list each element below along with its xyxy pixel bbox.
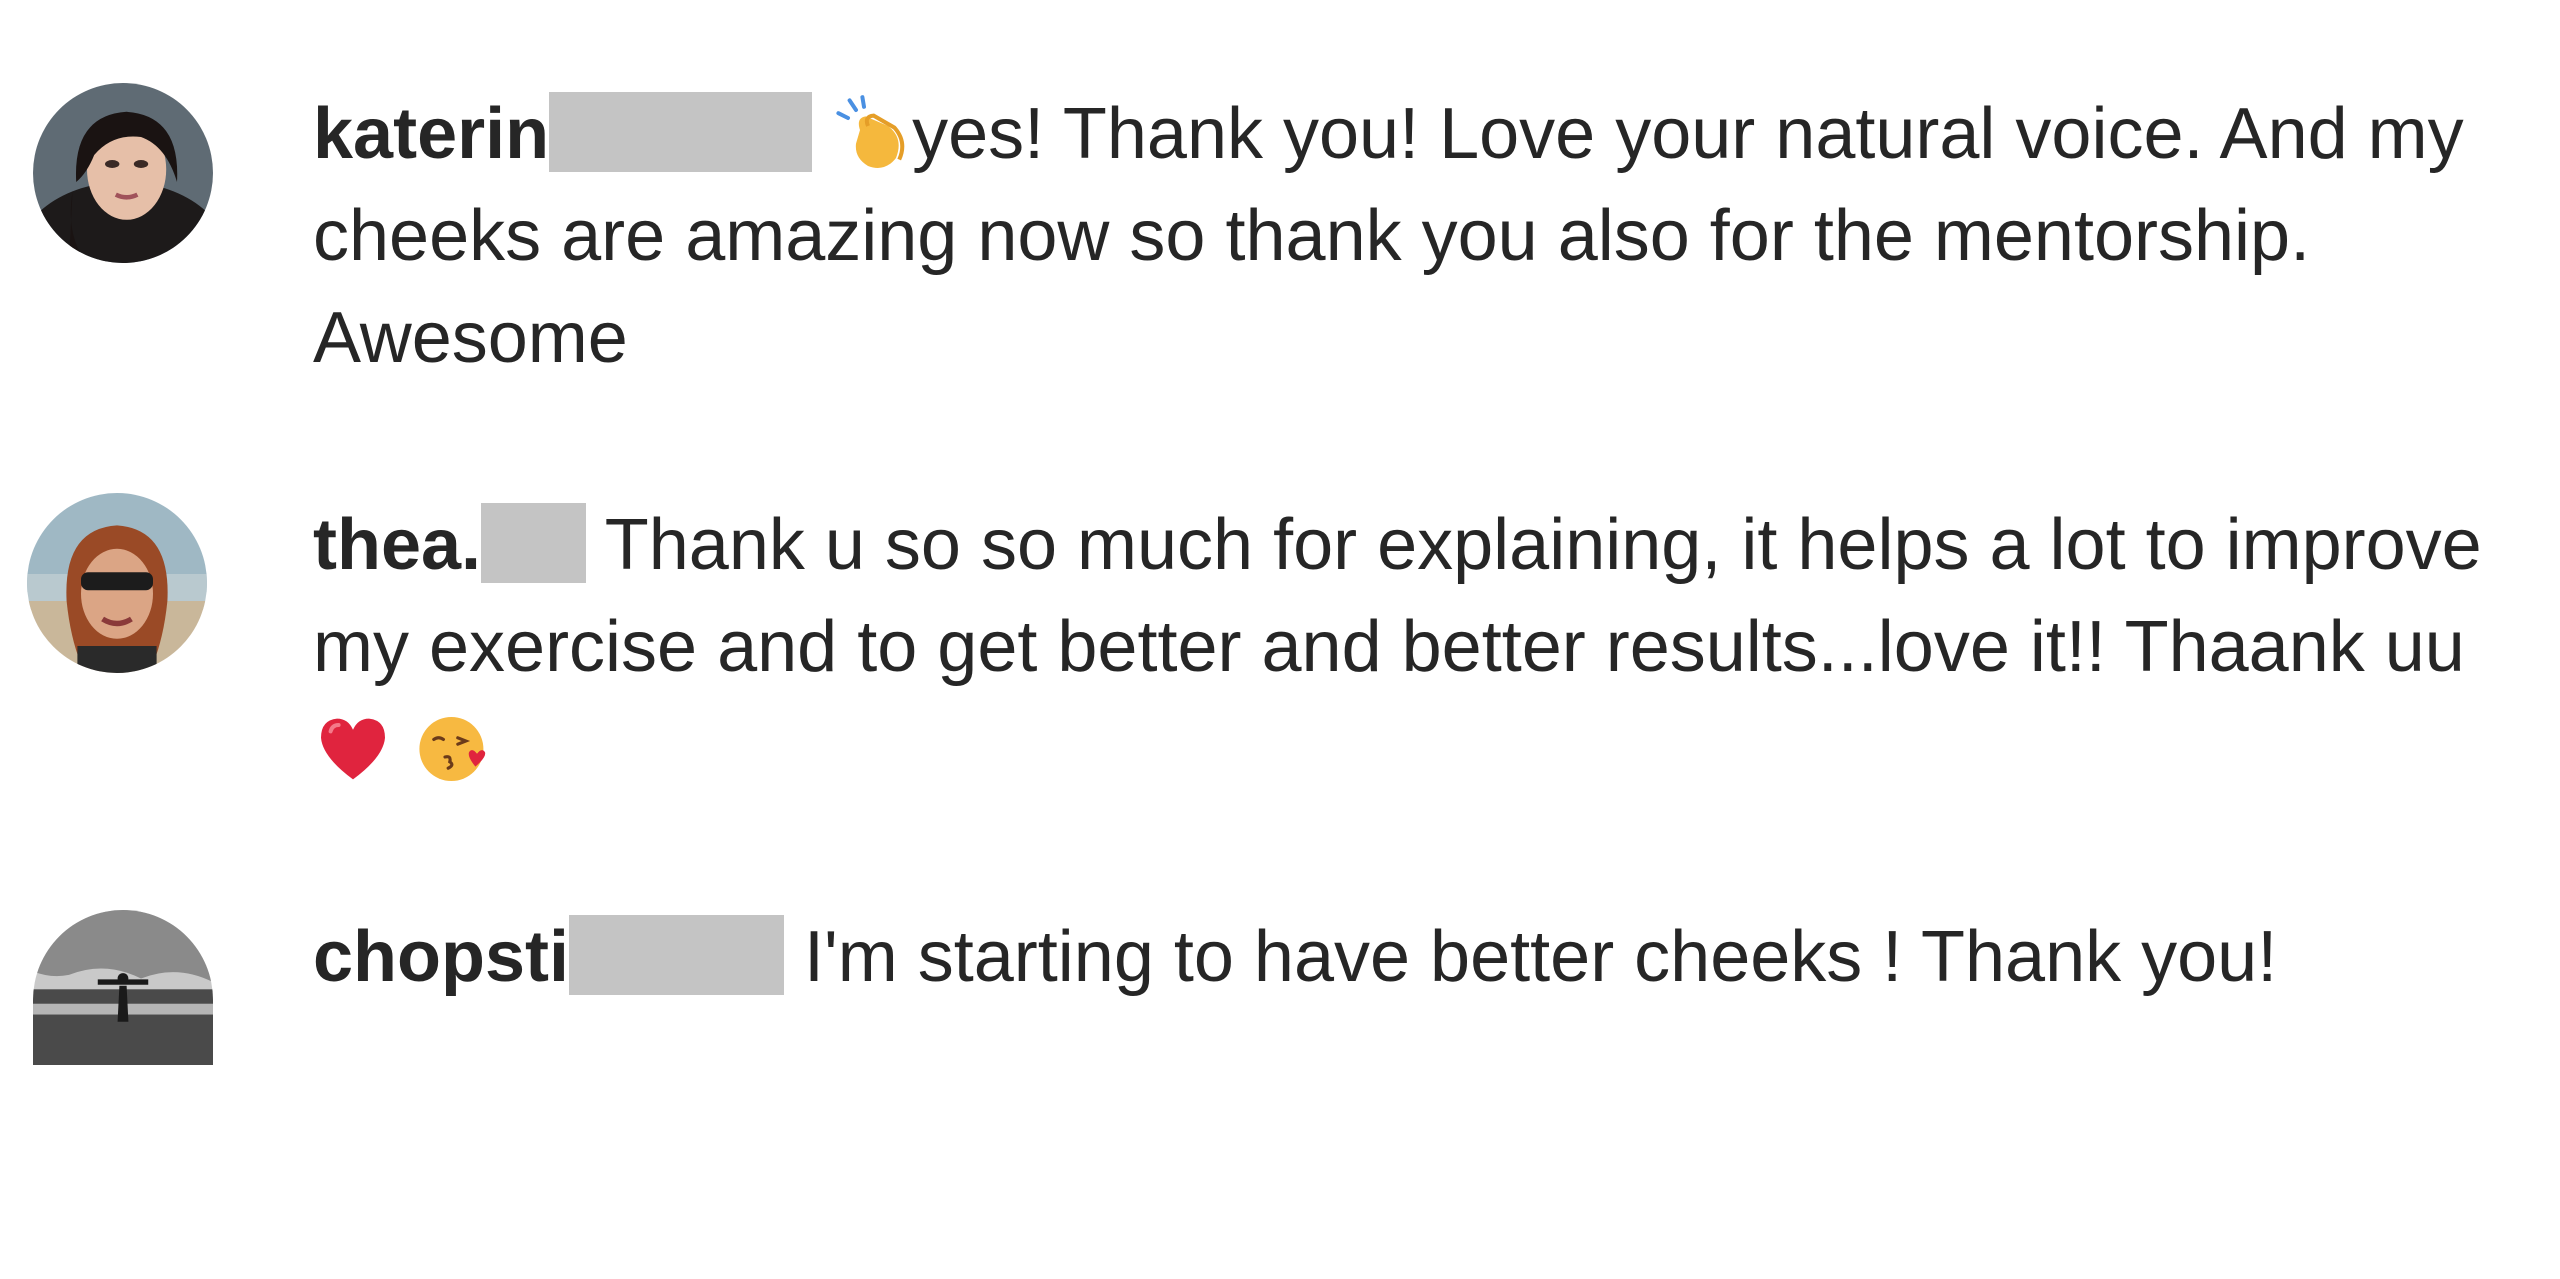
avatar[interactable]	[33, 910, 213, 1065]
avatar[interactable]	[33, 83, 213, 263]
username-redaction	[481, 503, 587, 583]
comment-text: chopsti I'm starting to have better chee…	[313, 906, 2533, 1008]
comment-body: I'm starting to have better cheeks ! Tha…	[804, 917, 2278, 997]
red-heart-icon	[313, 709, 393, 789]
username-redaction	[569, 915, 785, 995]
comments-list: katerin yes! Thank you! Love your natura…	[0, 0, 2560, 1279]
comment-username[interactable]: thea.	[313, 505, 481, 585]
comment-text: thea. Thank u so so much for explaining,…	[313, 494, 2533, 800]
comment-body: Thank u so so much for explaining, it he…	[313, 505, 2482, 687]
username-redaction	[549, 92, 813, 172]
clapping-hands-icon	[832, 94, 912, 174]
comment-text: katerin yes! Thank you! Love your natura…	[313, 83, 2533, 389]
face-blowing-kiss-icon	[413, 709, 493, 789]
avatar[interactable]	[27, 493, 207, 673]
comment-username[interactable]: chopsti	[313, 917, 569, 997]
comment-username[interactable]: katerin	[313, 94, 549, 174]
